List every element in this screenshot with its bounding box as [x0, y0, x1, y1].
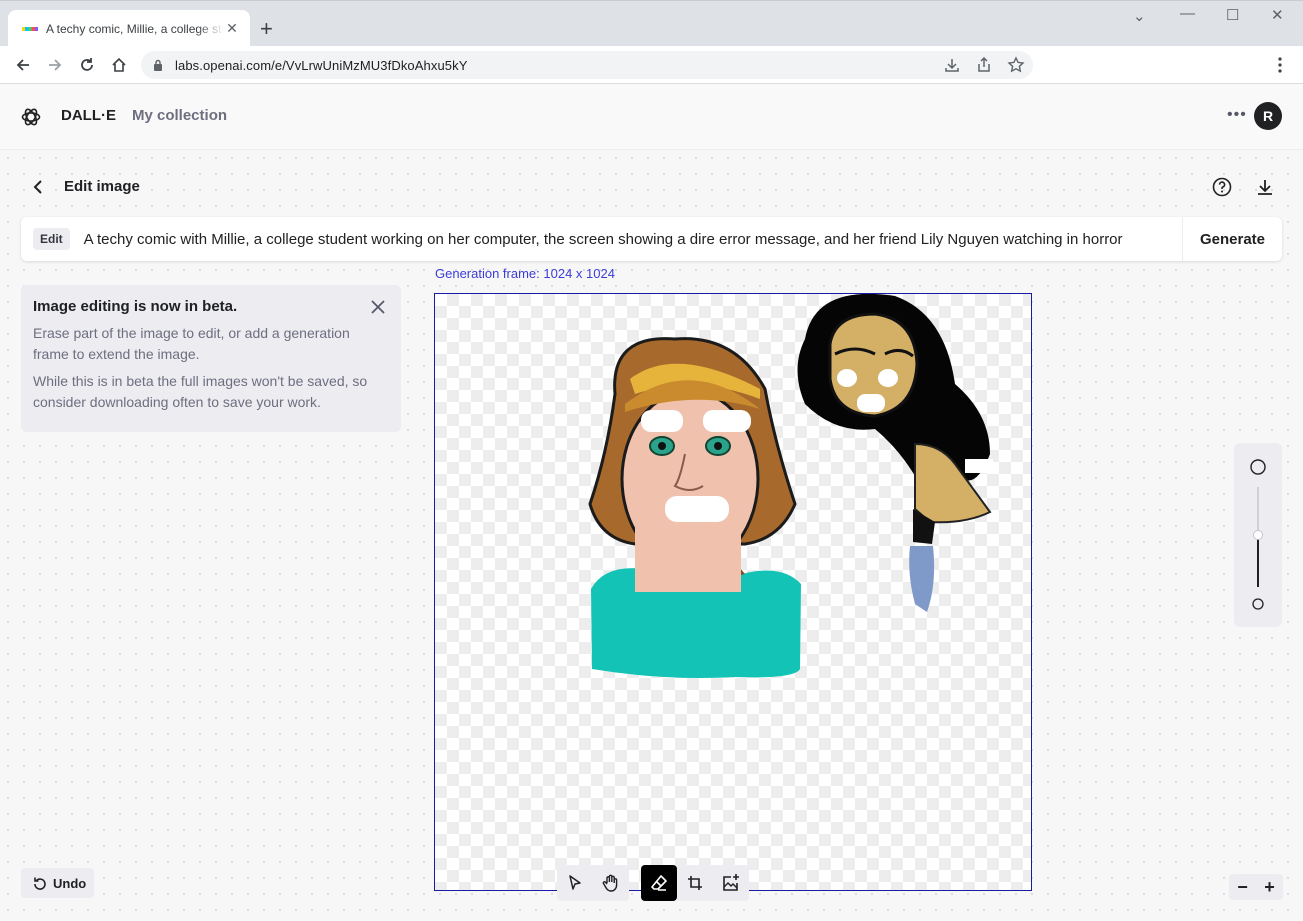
browser-toolbar: labs.openai.com/e/VvLrwUniMzMU3fDkoAhxu5…	[0, 46, 1303, 84]
prompt-bar: Edit A techy comic with Millie, a colleg…	[21, 217, 1282, 261]
maximize-button[interactable]: ☐	[1226, 6, 1239, 24]
hand-icon	[602, 874, 618, 892]
pan-tool[interactable]	[593, 865, 629, 901]
my-collection-link[interactable]: My collection	[132, 107, 227, 124]
beta-notice-text-2: While this is in beta the full images wo…	[33, 373, 368, 410]
tab-close-icon[interactable]: ✕	[224, 20, 240, 37]
install-app-icon[interactable]	[943, 56, 961, 74]
tab-title: A techy comic, Millie, a college student	[46, 21, 224, 36]
generation-frame-label: Generation frame: 1024 x 1024	[435, 266, 615, 281]
lock-icon	[154, 59, 162, 71]
zoom-min-icon[interactable]	[1252, 598, 1264, 610]
beta-notice-title: Image editing is now in beta.	[33, 298, 238, 315]
prompt-input[interactable]: A techy comic with Millie, a college stu…	[84, 231, 1123, 248]
eraser-icon	[651, 875, 667, 891]
brand-link[interactable]: DALL·E	[61, 107, 116, 124]
generate-button[interactable]: Generate	[1182, 217, 1282, 261]
undo-label: Undo	[53, 875, 87, 891]
add-frame-tool[interactable]	[677, 865, 713, 901]
beta-notice-text-1: Erase part of the image to edit, or add …	[33, 325, 350, 362]
zoom-max-icon[interactable]	[1250, 459, 1266, 475]
zoom-handle[interactable]	[1253, 530, 1263, 540]
back-arrow-icon[interactable]	[12, 54, 34, 76]
generation-frame[interactable]	[434, 293, 1032, 891]
openai-logo-icon[interactable]	[20, 106, 42, 128]
undo-button[interactable]: Undo	[21, 868, 94, 898]
close-window-button[interactable]: ✕	[1271, 6, 1284, 24]
share-icon[interactable]	[975, 56, 993, 74]
zoom-slider-panel	[1234, 443, 1282, 627]
browser-menu-icon[interactable]	[1269, 54, 1291, 76]
beta-notice: Image editing is now in beta. Erase part…	[21, 285, 401, 432]
millie-figure	[588, 337, 801, 678]
url-text: labs.openai.com/e/VvLrwUniMzMU3fDkoAhxu5…	[175, 57, 468, 73]
eraser-tool[interactable]	[641, 865, 677, 901]
minimize-button[interactable]: —	[1180, 5, 1195, 22]
bookmark-star-icon[interactable]	[1007, 56, 1025, 74]
home-icon[interactable]	[108, 54, 130, 76]
zoom-out-button[interactable]: −	[1229, 874, 1256, 900]
reload-icon[interactable]	[76, 54, 98, 76]
edit-toolbar	[557, 865, 749, 901]
zoom-fill	[1257, 535, 1259, 587]
more-options-icon[interactable]: •••	[1227, 106, 1247, 124]
user-avatar[interactable]: R	[1254, 102, 1282, 130]
add-frame-icon	[688, 876, 702, 890]
zoom-buttons: − +	[1229, 874, 1283, 900]
cursor-arrow-icon	[569, 875, 581, 890]
edited-comic-image	[588, 294, 993, 678]
tab-search-icon[interactable]: ⌄	[1133, 7, 1146, 25]
browser-tabstrip: A techy comic, Millie, a college student…	[0, 0, 1303, 47]
tab-favicon-icon	[22, 26, 38, 31]
close-icon[interactable]	[370, 299, 386, 315]
undo-icon	[34, 877, 46, 890]
lily-figure	[797, 294, 993, 612]
help-icon[interactable]	[1212, 177, 1232, 197]
page-title: Edit image	[64, 178, 140, 195]
app-header: DALL·E My collection ••• R	[0, 84, 1303, 150]
back-chevron-icon[interactable]	[30, 178, 48, 196]
address-bar[interactable]: labs.openai.com/e/VvLrwUniMzMU3fDkoAhxu5…	[141, 51, 1033, 79]
add-image-icon	[723, 874, 739, 891]
select-tool[interactable]	[557, 865, 593, 901]
browser-tab[interactable]: A techy comic, Millie, a college student…	[8, 10, 250, 47]
forward-arrow-icon[interactable]	[44, 54, 66, 76]
upload-image-tool[interactable]	[713, 865, 749, 901]
edit-badge: Edit	[33, 228, 70, 250]
new-tab-button[interactable]: +	[260, 18, 273, 40]
zoom-in-button[interactable]: +	[1256, 874, 1283, 900]
download-icon[interactable]	[1255, 177, 1275, 197]
